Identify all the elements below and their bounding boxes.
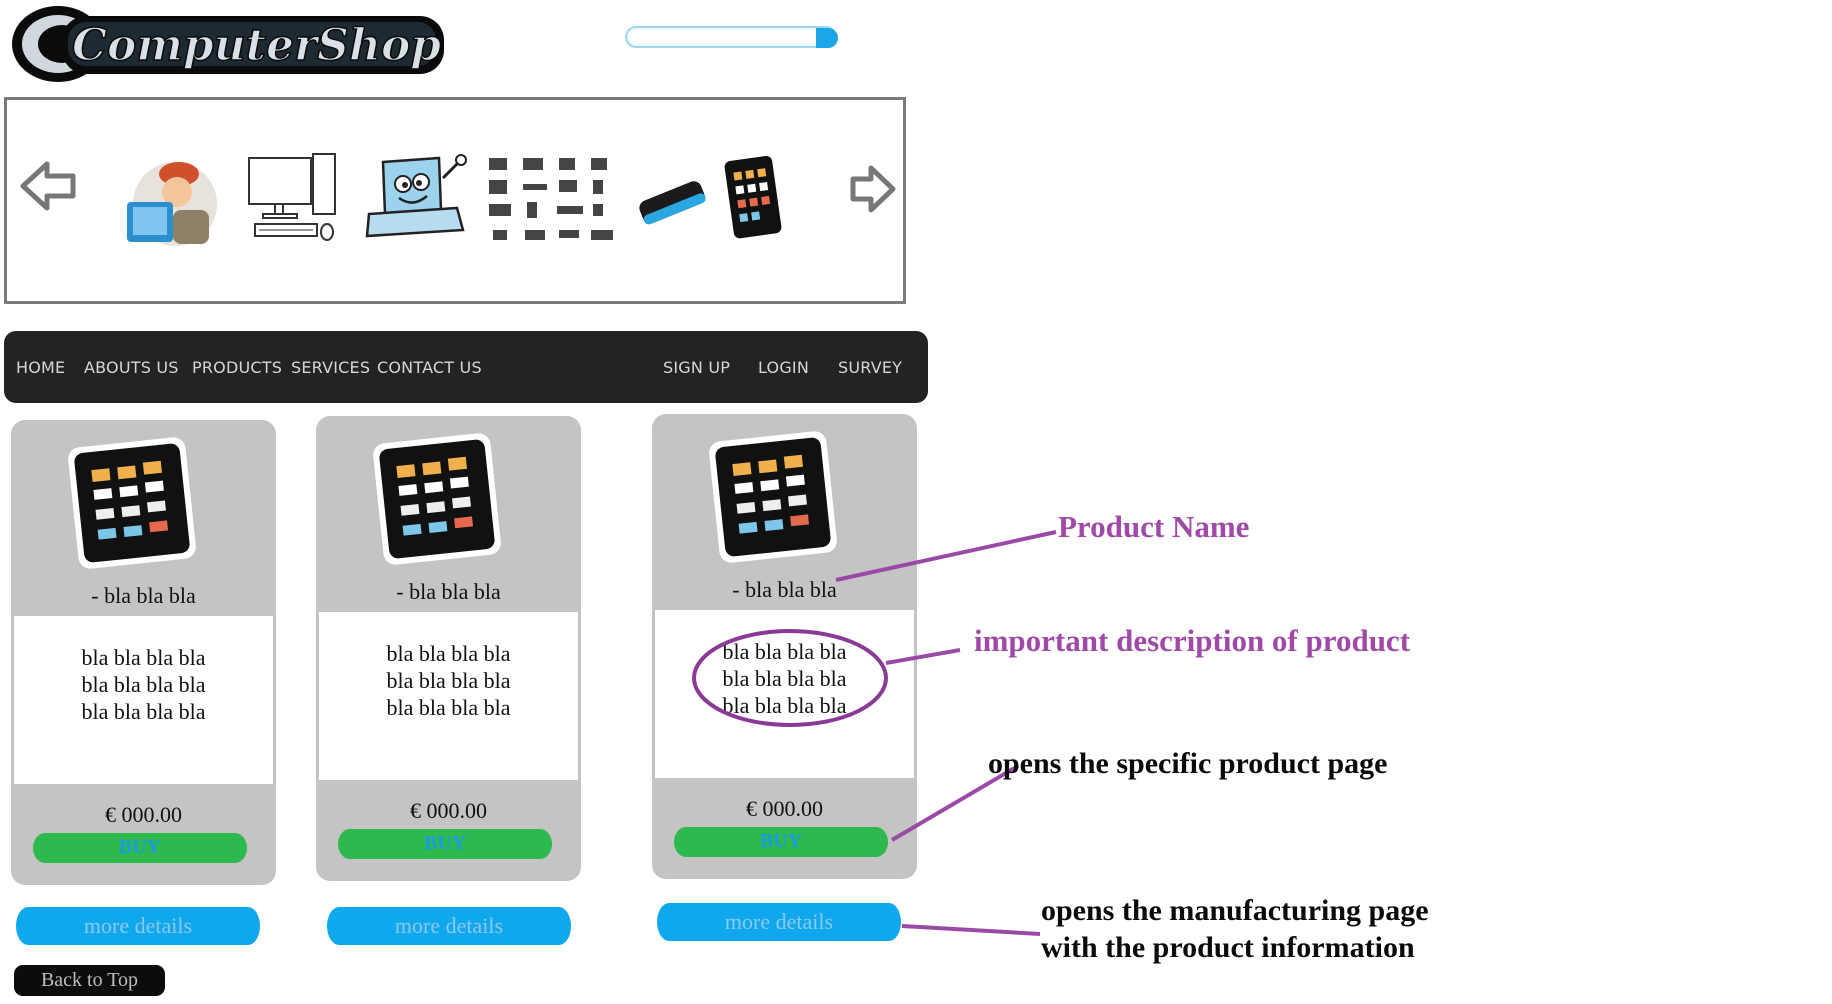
annotation-line-details <box>901 924 1041 936</box>
annotation-buy-note: opens the specific product page <box>988 747 1388 780</box>
annotation-details-note-1: opens the manufacturing page <box>1041 894 1429 927</box>
annotation-description: important description of product <box>974 623 1411 658</box>
annotation-lines <box>692 530 1057 936</box>
annotation-line-name <box>835 530 1057 582</box>
annotation-line-desc <box>885 648 961 665</box>
annotation-details-note-2: with the product information <box>1041 931 1415 964</box>
description-highlight-circle <box>692 629 888 727</box>
annotation-product-name: Product Name <box>1058 509 1250 544</box>
